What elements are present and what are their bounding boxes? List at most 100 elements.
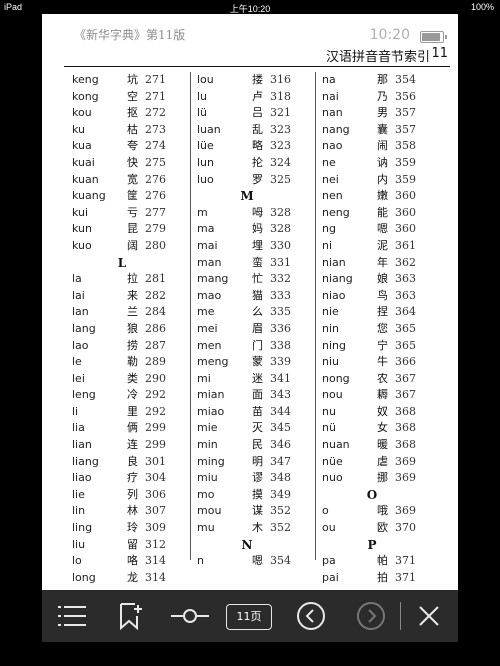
index-entry[interactable]: ng 嗯 360 xyxy=(322,221,434,238)
index-entry[interactable]: lun 抡 324 xyxy=(197,155,309,172)
index-entry[interactable]: kui 亏 277 xyxy=(72,205,184,222)
index-entry[interactable]: nong 农 367 xyxy=(322,371,434,388)
index-entry[interactable]: mie 灭 345 xyxy=(197,420,309,437)
index-entry[interactable]: n 嗯 354 xyxy=(197,553,309,570)
index-entry[interactable]: mei 眉 336 xyxy=(197,321,309,338)
close-icon[interactable] xyxy=(414,590,444,642)
index-entry[interactable]: meng 蒙 339 xyxy=(197,354,309,371)
index-entry[interactable]: lüe 略 323 xyxy=(197,138,309,155)
index-entry[interactable]: nan 男 357 xyxy=(322,105,434,122)
index-entry[interactable]: miao 苗 344 xyxy=(197,404,309,421)
index-entry[interactable]: kuan 宽 276 xyxy=(72,172,184,189)
index-entry[interactable]: kuai 快 275 xyxy=(72,155,184,172)
index-entry[interactable]: ming 明 347 xyxy=(197,454,309,471)
index-entry[interactable]: me 么 335 xyxy=(197,304,309,321)
index-entry[interactable]: luan 乱 323 xyxy=(197,122,309,139)
pinyin-syllable: neng xyxy=(322,205,350,219)
index-entry[interactable]: lü 吕 321 xyxy=(197,105,309,122)
index-entry[interactable]: min 民 346 xyxy=(197,437,309,454)
index-entry[interactable]: ling 玲 309 xyxy=(72,520,184,537)
index-entry[interactable]: mi 迷 341 xyxy=(197,371,309,388)
list-icon[interactable] xyxy=(56,590,88,642)
index-entry[interactable]: luo 罗 325 xyxy=(197,172,309,189)
index-entry[interactable]: neng 能 360 xyxy=(322,205,434,222)
index-entry[interactable]: lao 捞 287 xyxy=(72,338,184,355)
index-entry[interactable]: lo 咯 314 xyxy=(72,553,184,570)
index-entry[interactable]: ning 宁 365 xyxy=(322,338,434,355)
index-entry[interactable]: nang 囊 357 xyxy=(322,122,434,139)
index-entry[interactable]: ku 枯 273 xyxy=(72,122,184,139)
index-entry[interactable]: nu 奴 368 xyxy=(322,404,434,421)
index-entry[interactable]: kong 空 271 xyxy=(72,89,184,106)
index-entry[interactable]: ou 欧 370 xyxy=(322,520,434,537)
index-entry[interactable]: lian 连 299 xyxy=(72,437,184,454)
index-entry[interactable]: pa 帕 371 xyxy=(322,553,434,570)
index-entry[interactable]: men 门 338 xyxy=(197,338,309,355)
index-entry[interactable]: o 哦 369 xyxy=(322,503,434,520)
index-entry[interactable]: mo 摸 349 xyxy=(197,487,309,504)
index-entry[interactable]: nei 内 359 xyxy=(322,172,434,189)
index-entry[interactable]: niang 娘 363 xyxy=(322,271,434,288)
index-entry[interactable]: kua 夸 274 xyxy=(72,138,184,155)
index-entry[interactable]: keng 坑 271 xyxy=(72,72,184,89)
index-entry[interactable]: lia 俩 299 xyxy=(72,420,184,437)
index-entry[interactable]: kuang 筐 276 xyxy=(72,188,184,205)
index-entry[interactable]: lie 列 306 xyxy=(72,487,184,504)
index-entry[interactable]: long 龙 314 xyxy=(72,570,184,587)
bookmark-add-icon[interactable] xyxy=(114,590,148,642)
index-entry[interactable]: nen 嫩 360 xyxy=(322,188,434,205)
brightness-slider-icon[interactable] xyxy=(170,590,210,642)
index-entry[interactable]: mao 猫 333 xyxy=(197,288,309,305)
example-character: 夸 xyxy=(127,139,138,153)
prev-chapter-icon[interactable] xyxy=(294,590,328,642)
example-character: 捞 xyxy=(127,338,138,352)
index-entry[interactable]: nü 女 368 xyxy=(322,420,434,437)
index-entry[interactable]: mian 面 343 xyxy=(197,387,309,404)
index-entry[interactable]: kuo 阔 280 xyxy=(72,238,184,255)
book-page[interactable]: 《新华字典》第11版 10:20 汉语拼音音节索引 11 keng 坑 271 kon… xyxy=(42,14,458,590)
index-entry[interactable]: mang 忙 332 xyxy=(197,271,309,288)
index-entry[interactable]: nie 捏 364 xyxy=(322,304,434,321)
index-entry[interactable]: nuan 暖 368 xyxy=(322,437,434,454)
page-indicator-button[interactable]: 11页 xyxy=(226,604,272,630)
index-entry[interactable]: kou 抠 272 xyxy=(72,105,184,122)
index-entry[interactable]: lin 林 307 xyxy=(72,503,184,520)
index-entry[interactable]: lang 狼 286 xyxy=(72,321,184,338)
index-entry[interactable]: ne 讷 359 xyxy=(322,155,434,172)
index-entry[interactable]: liu 留 312 xyxy=(72,537,184,554)
index-entry[interactable]: m 呣 328 xyxy=(197,205,309,222)
index-entry[interactable]: pai 拍 371 xyxy=(322,570,434,587)
index-entry[interactable]: miu 谬 348 xyxy=(197,470,309,487)
index-entry[interactable]: man 蛮 331 xyxy=(197,255,309,272)
index-entry[interactable]: lei 类 290 xyxy=(72,371,184,388)
index-entry[interactable]: nuo 挪 369 xyxy=(322,470,434,487)
next-chapter-icon[interactable] xyxy=(354,590,388,642)
example-character: 捏 xyxy=(377,305,388,319)
index-entry[interactable]: lou 搂 316 xyxy=(197,72,309,89)
index-entry[interactable]: le 勒 289 xyxy=(72,354,184,371)
index-entry[interactable]: liang 良 301 xyxy=(72,454,184,471)
index-entry[interactable]: kun 昆 279 xyxy=(72,221,184,238)
index-entry[interactable]: niao 鸟 363 xyxy=(322,288,434,305)
index-entry[interactable]: liao 疗 304 xyxy=(72,470,184,487)
index-entry[interactable]: nian 年 362 xyxy=(322,255,434,272)
index-entry[interactable]: ma 妈 328 xyxy=(197,221,309,238)
pinyin-syllable: nü xyxy=(322,421,336,435)
index-entry[interactable]: niu 牛 366 xyxy=(322,354,434,371)
index-entry[interactable]: li 里 292 xyxy=(72,404,184,421)
index-entry[interactable]: lan 兰 284 xyxy=(72,304,184,321)
index-entry[interactable]: nao 闹 358 xyxy=(322,138,434,155)
index-entry[interactable]: nüe 虐 369 xyxy=(322,454,434,471)
index-entry[interactable]: lai 来 282 xyxy=(72,288,184,305)
index-entry[interactable]: leng 冷 292 xyxy=(72,387,184,404)
index-entry[interactable]: mou 谋 352 xyxy=(197,503,309,520)
index-entry[interactable]: mai 埋 330 xyxy=(197,238,309,255)
index-entry[interactable]: ni 泥 361 xyxy=(322,238,434,255)
index-entry[interactable]: na 那 354 xyxy=(322,72,434,89)
index-entry[interactable]: nou 耨 367 xyxy=(322,387,434,404)
index-entry[interactable]: nai 乃 356 xyxy=(322,89,434,106)
index-entry[interactable]: mu 木 352 xyxy=(197,520,309,537)
index-entry[interactable]: la 拉 281 xyxy=(72,271,184,288)
index-entry[interactable]: nin 您 365 xyxy=(322,321,434,338)
index-entry[interactable]: lu 卢 318 xyxy=(197,89,309,106)
